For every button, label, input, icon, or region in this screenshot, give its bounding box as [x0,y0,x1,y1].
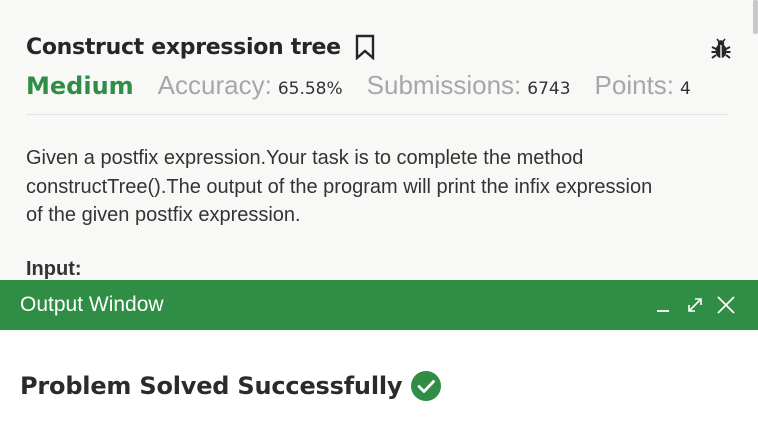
output-window-header: Output Window [0,280,758,330]
close-icon[interactable] [715,294,737,316]
difficulty-badge: Medium [26,72,134,100]
problem-meta: Medium Accuracy: 65.58% Submissions: 674… [26,70,715,101]
accuracy-label: Accuracy: [157,70,272,100]
problem-description: Given a postfix expression.Your task is … [26,147,653,226]
submissions-label: Submissions: [366,70,522,100]
submissions-value: 6743 [527,79,571,99]
output-window-title: Output Window [20,293,164,316]
check-circle-icon [410,370,442,402]
accuracy-value: 65.58% [277,79,343,99]
points-label: Points: [594,70,675,100]
problem-panel: Construct expression tree Medium Accurac… [0,0,758,282]
minimize-icon[interactable] [652,294,674,316]
bug-icon[interactable] [711,38,731,60]
output-window-body: Problem Solved Successfully [0,330,758,422]
bookmark-icon[interactable] [355,34,375,61]
result-row: Problem Solved Successfully [20,370,442,402]
divider [26,114,728,115]
problem-title: Construct expression tree [26,34,341,60]
points-value: 4 [680,79,691,99]
result-status: Problem Solved Successfully [20,372,403,400]
title-row: Construct expression tree [26,34,375,61]
input-heading: Input: [26,258,82,280]
expand-icon[interactable] [684,294,706,316]
